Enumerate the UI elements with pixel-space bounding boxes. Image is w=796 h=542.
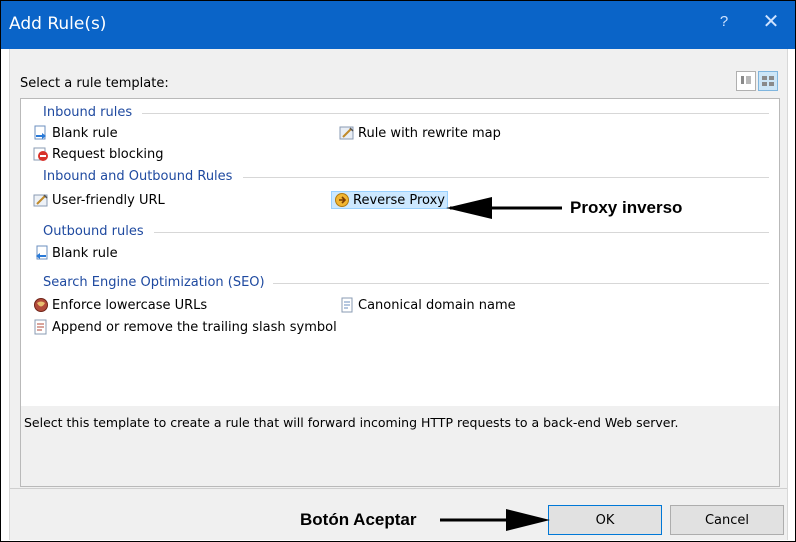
annotation-arrows [440, 197, 562, 531]
annotation-boton-aceptar: Botón Aceptar [300, 510, 417, 529]
annotation-proxy-inverso: Proxy inverso [570, 198, 683, 217]
